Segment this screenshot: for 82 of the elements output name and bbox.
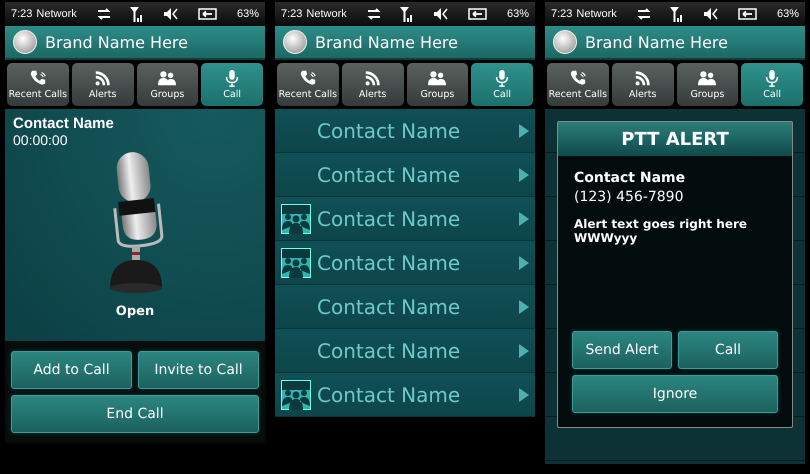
- tab[interactable]: Recent Calls: [547, 63, 609, 106]
- contact-row[interactable]: Contact Name: [275, 373, 535, 417]
- tab[interactable]: Call: [201, 63, 263, 106]
- battery-icon: [738, 8, 758, 20]
- contact-name: Contact Name: [317, 250, 462, 274]
- signal-icon: [400, 6, 414, 22]
- logo-icon: [283, 30, 307, 54]
- tab[interactable]: Alerts: [342, 63, 404, 106]
- phone-number: (123) 456-7890: [574, 189, 684, 205]
- muted-speaker-icon: [163, 7, 180, 21]
- call-action-button[interactable]: Invite to Call: [138, 351, 259, 389]
- contact-row[interactable]: Contact Name: [275, 285, 535, 329]
- network-name: Network: [306, 8, 347, 20]
- call-action-button[interactable]: Add to Call: [11, 351, 132, 389]
- network-name: Network: [576, 8, 617, 20]
- battery-percent: 63%: [776, 8, 800, 20]
- tab[interactable]: Alerts: [612, 63, 674, 106]
- tab[interactable]: Groups: [136, 63, 198, 106]
- data-transfer-icon: [636, 8, 652, 20]
- phone-icon: [28, 69, 47, 87]
- alert-message: Alert text goes right here WWWyyy: [574, 217, 748, 245]
- data-transfer-icon: [366, 8, 382, 20]
- clock-time: 7:23: [551, 8, 572, 20]
- battery-icon: [468, 8, 488, 20]
- contact-name: Contact Name: [317, 338, 462, 362]
- battery-percent: 63%: [506, 8, 530, 20]
- signal-icon: [670, 6, 684, 22]
- clock-time: 7:23: [281, 8, 302, 20]
- arrow-icon: [519, 168, 529, 182]
- tab[interactable]: Groups: [676, 63, 738, 106]
- call-action-button[interactable]: End Call: [11, 395, 259, 433]
- call-timer: 00:00:00: [13, 132, 68, 148]
- alert-action-button[interactable]: Ignore: [572, 375, 778, 413]
- tab[interactable]: Call: [741, 63, 803, 106]
- brand-name: Brand Name Here: [315, 32, 458, 52]
- contact-name: Contact Name: [317, 382, 462, 406]
- logo-icon: [553, 30, 577, 54]
- arrow-icon: [519, 256, 529, 270]
- network-name: Network: [36, 8, 77, 20]
- alert-action-button[interactable]: Call: [678, 331, 778, 369]
- signal-icon: [130, 6, 144, 22]
- arrow-icon: [519, 300, 529, 314]
- rss-icon: [634, 69, 652, 87]
- people-icon: [158, 69, 176, 87]
- muted-speaker-icon: [433, 7, 450, 21]
- people-icon: [428, 69, 446, 87]
- brand-name: Brand Name Here: [585, 32, 728, 52]
- contact-row[interactable]: Contact Name: [275, 153, 535, 197]
- alert-action-button[interactable]: Send Alert: [572, 331, 672, 369]
- muted-speaker-icon: [703, 7, 720, 21]
- contact-row[interactable]: Contact Name: [275, 329, 535, 373]
- arrow-icon: [519, 388, 529, 402]
- arrow-icon: [519, 212, 529, 226]
- clock-time: 7:23: [11, 8, 32, 20]
- contact-name: Contact Name: [13, 115, 114, 132]
- tab[interactable]: Alerts: [72, 63, 134, 106]
- tab[interactable]: Call: [471, 63, 533, 106]
- tab[interactable]: Recent Calls: [7, 63, 69, 106]
- people-icon: [698, 69, 716, 87]
- arrow-icon: [519, 344, 529, 358]
- phone-icon: [568, 69, 587, 87]
- battery-icon: [198, 8, 218, 20]
- rss-icon: [364, 69, 382, 87]
- rss-icon: [94, 69, 112, 87]
- contact-name: Contact Name: [317, 206, 462, 230]
- contact-row[interactable]: Contact Name: [275, 241, 535, 285]
- phone-icon: [298, 69, 317, 87]
- contact-name: Contact Name: [317, 294, 462, 318]
- mic-state: Open: [116, 304, 154, 319]
- caller-name: Contact Name: [574, 170, 686, 186]
- tab[interactable]: Recent Calls: [277, 63, 339, 106]
- tab[interactable]: Groups: [406, 63, 468, 106]
- data-transfer-icon: [96, 8, 112, 20]
- contact-name: Contact Name: [317, 162, 462, 186]
- arrow-icon: [519, 124, 529, 138]
- contact-row[interactable]: Contact Name: [275, 197, 535, 241]
- dialog-title: PTT ALERT: [558, 122, 792, 156]
- battery-percent: 63%: [236, 8, 260, 20]
- brand-name: Brand Name Here: [45, 32, 188, 52]
- contact-row[interactable]: Contact Name: [275, 109, 535, 153]
- contact-name: Contact Name: [317, 118, 462, 142]
- logo-icon: [13, 30, 37, 54]
